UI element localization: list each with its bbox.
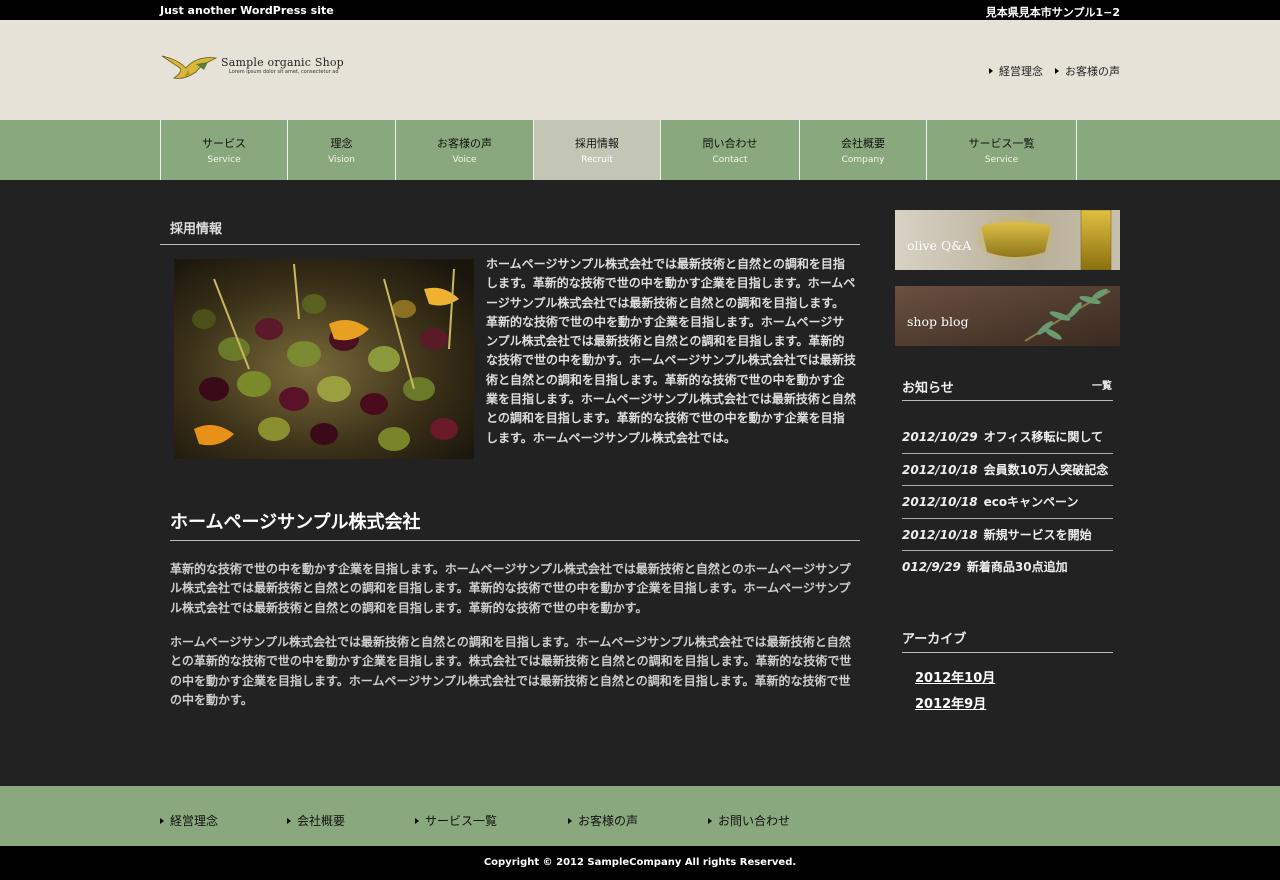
archive-heading: アーカイブ [902, 632, 967, 647]
site-tagline: Just another WordPress site [160, 4, 334, 17]
nav-item-sublabel: Recruit [581, 155, 613, 165]
body-paragraph: 革新的な技術で世の中を動かす企業を目指します。ホームページサンプル株式会社では最… [170, 562, 851, 615]
news-date: 2012/10/18 [902, 527, 978, 542]
arrow-right-icon [160, 817, 164, 824]
site-footer: 経営理念 会社概要 サービス一覧 お客様の声 お問い合わせ [0, 786, 1280, 846]
nav-item-label: お客様の声 [437, 137, 492, 150]
bird-logo-icon [161, 55, 218, 79]
archive-list: 2012年10月 2012年9月 [915, 667, 995, 719]
news-heading: お知らせ [902, 381, 954, 396]
logo[interactable]: Sample organic Shop Lorem ipsum dolor si… [160, 50, 360, 84]
news-title: ecoキャンペーン [983, 495, 1079, 509]
nav-item-contact[interactable]: 問い合わせ Contact [661, 120, 800, 180]
site-header: Sample organic Shop Lorem ipsum dolor si… [0, 20, 1280, 120]
nav-item-label: 理念 [330, 137, 353, 150]
header-link-voice[interactable]: お客様の声 [1055, 63, 1120, 79]
footer-link-label: お問い合わせ [718, 814, 791, 828]
nav-item-label: 採用情報 [575, 137, 619, 150]
nav-item-sublabel: Contact [712, 155, 748, 165]
nav-item-label: 会社概要 [841, 137, 885, 150]
nav-item-service[interactable]: サービス Service [161, 120, 288, 180]
news-list: 2012/10/29 オフィス移転に関して 2012/10/18 会員数10万人突破… [902, 421, 1113, 584]
nav-item-service-list[interactable]: サービス一覧 Service [927, 120, 1077, 180]
footer-link-label: 経営理念 [170, 814, 219, 828]
news-title: オフィス移転に関して [983, 430, 1103, 444]
header-links: 経営理念 お客様の声 [989, 63, 1120, 79]
news-date: 012/9/29 [902, 560, 961, 574]
arrow-right-icon [415, 817, 419, 824]
copyright: Copyright © 2012 SampleCompany All right… [0, 846, 1280, 880]
nav-item-voice[interactable]: お客様の声 Voice [396, 120, 534, 180]
nav-item-sublabel: Service [207, 155, 241, 165]
footer-link-company[interactable]: 会社概要 [287, 812, 345, 829]
news-title: 新規サービスを開始 [983, 527, 1092, 542]
news-title: 会員数10万人突破記念 [983, 462, 1109, 477]
footer-link-voice[interactable]: お客様の声 [568, 812, 638, 829]
main-nav: サービス Service 理念 Vision お客様の声 Voice 採用情報 Recr… [0, 120, 1280, 180]
header-link-label: お客様の声 [1065, 65, 1120, 78]
body-paragraph: ホームページサンプル株式会社では最新技術と自然との調和を目指します。ホームページ… [170, 635, 852, 707]
top-bar: Just another WordPress site 見本県見本市サンプル1−… [0, 0, 1280, 20]
nav-item-sublabel: Service [984, 155, 1019, 165]
header-link-label: 経営理念 [999, 65, 1043, 78]
logo-name: Sample organic Shop [221, 56, 344, 69]
footer-link-service-list[interactable]: サービス一覧 [415, 812, 497, 829]
header-link-philosophy[interactable]: 経営理念 [989, 63, 1043, 79]
news-date: 2012/10/29 [902, 430, 978, 444]
nav-item-label: サービス [202, 137, 246, 150]
footer-link-contact[interactable]: お問い合わせ [708, 812, 790, 829]
news-all-link[interactable]: 一覧 [1092, 377, 1112, 392]
nav-item-label: 問い合わせ [702, 137, 758, 150]
divider [170, 540, 860, 541]
news-item[interactable]: 2012/10/29 オフィス移転に関して [902, 421, 1113, 454]
nav-item-recruit[interactable]: 採用情報 Recruit [534, 120, 661, 180]
olives-photo [174, 259, 474, 459]
footer-link-label: 会社概要 [297, 814, 346, 828]
footer-link-philosophy[interactable]: 経営理念 [160, 812, 218, 829]
footer-link-label: お客様の声 [578, 814, 639, 828]
news-item[interactable]: 2012/10/18 ecoキャンペーン [902, 486, 1113, 519]
banner-label: olive Q&A [907, 238, 972, 253]
news-date: 2012/10/18 [902, 462, 978, 477]
nav-item-sublabel: Vision [328, 155, 355, 165]
nav-item-company[interactable]: 会社概要 Company [800, 120, 927, 180]
nav-item-sublabel: Voice [452, 155, 477, 165]
nav-item-sublabel: Company [841, 155, 885, 165]
company-heading: ホームページサンプル株式会社 [170, 512, 421, 533]
intro-text: ホームページサンプル株式会社では最新技術と自然との調和を目指します。革新的な技術… [486, 257, 856, 445]
arrow-right-icon [1055, 68, 1059, 74]
banner-label: shop blog [907, 314, 969, 329]
archive-link[interactable]: 2012年9月 [915, 693, 995, 712]
news-title: 新着商品30点追加 [966, 560, 1068, 574]
news-date: 2012/10/18 [902, 495, 978, 509]
logo-subtitle: Lorem ipsum dolor sit amet, consectetur … [229, 69, 339, 75]
address-text: 見本県見本市サンプル1−2 [985, 6, 1120, 19]
nav-item-vision[interactable]: 理念 Vision [288, 120, 396, 180]
arrow-right-icon [568, 817, 572, 824]
divider [902, 400, 1113, 401]
arrow-right-icon [708, 817, 712, 824]
divider [160, 244, 860, 245]
page-title: 採用情報 [170, 222, 223, 237]
arrow-right-icon [287, 817, 291, 824]
footer-link-label: サービス一覧 [425, 814, 498, 828]
news-item[interactable]: 2012/10/18 会員数10万人突破記念 [902, 454, 1113, 486]
arrow-right-icon [989, 68, 993, 74]
news-item[interactable]: 012/9/29 新着商品30点追加 [902, 551, 1113, 584]
nav-item-label: サービス一覧 [968, 137, 1035, 150]
shop-blog-banner[interactable]: shop blog [895, 286, 1120, 346]
news-item[interactable]: 2012/10/18 新規サービスを開始 [902, 519, 1113, 551]
olive-qa-banner[interactable]: olive Q&A [895, 210, 1120, 270]
archive-link[interactable]: 2012年10月 [915, 667, 995, 686]
divider [902, 652, 1113, 653]
